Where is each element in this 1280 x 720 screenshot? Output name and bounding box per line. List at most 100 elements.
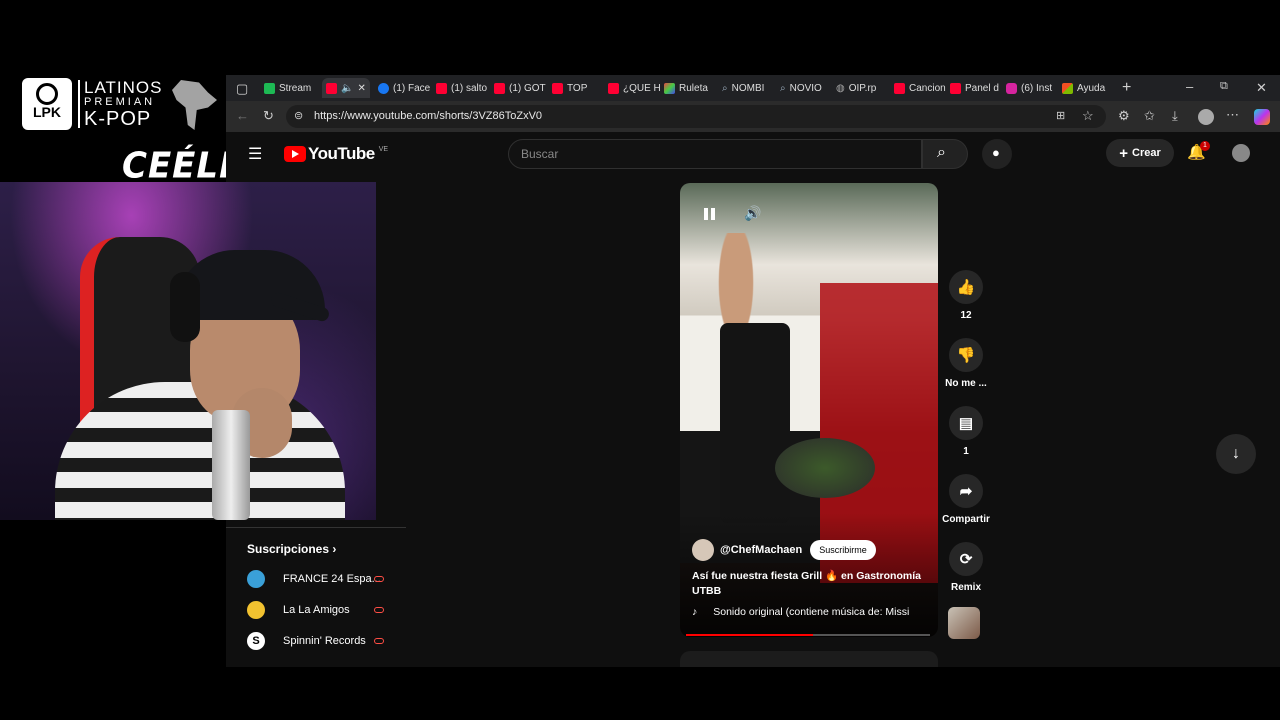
- channel-name: Spinnin' Records: [283, 635, 366, 647]
- youtube-logo[interactable]: YouTube VE: [284, 144, 388, 164]
- tab-14[interactable]: (6) Inst: [1006, 78, 1058, 98]
- short-caption[interactable]: Así fue nuestra fiesta Grill 🔥 en Gastro…: [692, 569, 926, 599]
- copilot-icon[interactable]: [1254, 109, 1270, 125]
- tab-2-active[interactable]: 🔈 ✕: [322, 78, 370, 98]
- tab-13-favicon-icon: [950, 82, 961, 94]
- speaker-icon[interactable]: 🔈: [341, 83, 353, 94]
- tab-12[interactable]: Cancion: [894, 78, 946, 98]
- close-window-icon[interactable]: ✕: [1256, 80, 1267, 96]
- tab-13-label: Panel d: [965, 82, 999, 94]
- video-scene: [775, 438, 875, 498]
- live-indicator-icon: [374, 576, 384, 582]
- tab-9-label: NOMBI: [731, 82, 765, 94]
- hamburger-menu-icon[interactable]: ☰: [248, 144, 262, 164]
- video-scene: [720, 323, 790, 523]
- tab-10-search-icon: ⌕: [780, 82, 786, 94]
- more-menu-icon[interactable]: ⋯: [1226, 107, 1239, 123]
- favorites-icon[interactable]: ✩: [1144, 108, 1155, 124]
- tab-13[interactable]: Panel d: [950, 78, 1002, 98]
- tab-5-favicon-icon: [494, 82, 505, 94]
- create-button[interactable]: + Crear: [1106, 139, 1174, 167]
- subscribe-button[interactable]: Suscribirme: [810, 540, 876, 560]
- remix-icon: ⟳: [949, 542, 983, 576]
- tab-6[interactable]: TOP: [552, 78, 602, 98]
- url-text[interactable]: https://www.youtube.com/shorts/3VZ86ToZx…: [314, 110, 542, 122]
- tab-3-favicon-icon: [378, 82, 389, 94]
- new-tab-icon[interactable]: +: [1122, 79, 1131, 97]
- search-input[interactable]: Buscar: [508, 139, 922, 169]
- tab-4-favicon-icon: [436, 82, 447, 94]
- microphone-icon: ●: [992, 145, 1000, 160]
- favorite-star-icon[interactable]: ☆: [1082, 108, 1094, 124]
- tab-7-label: ¿QUE H: [623, 82, 660, 94]
- tab-11-label: OIP.rp: [848, 82, 877, 94]
- share-label: Compartir: [942, 514, 990, 525]
- browser-window: ▢ Stream 🔈 ✕ (1) Face (1) salto (1) GOT T…: [226, 75, 1280, 667]
- webcam-scene: [170, 272, 200, 342]
- voice-search-button[interactable]: ●: [982, 139, 1012, 169]
- notification-count-badge: 1: [1200, 141, 1210, 151]
- tab-11[interactable]: ◍ OIP.rp: [836, 78, 888, 98]
- tab-2-favicon-icon: [326, 82, 337, 94]
- short-video-player[interactable]: 🔊 @ChefMachaen Suscribirme Así fue nuest…: [680, 183, 938, 637]
- sidebar-item-spinnin-records[interactable]: S Spinnin' Records: [247, 632, 387, 650]
- logo-line3: K-POP: [84, 108, 152, 130]
- dislike-button[interactable]: 👎 No me ...: [942, 338, 990, 389]
- search-button[interactable]: ⌕: [922, 139, 968, 169]
- chevron-right-icon: ›: [332, 542, 337, 556]
- share-icon: ➦: [949, 474, 983, 508]
- profile-icon[interactable]: [1198, 109, 1214, 125]
- channel-avatar: S: [247, 632, 265, 650]
- tab-11-globe-icon: ◍: [836, 82, 845, 94]
- logo-divider: [78, 80, 80, 128]
- account-avatar[interactable]: [1232, 144, 1250, 162]
- refresh-icon[interactable]: ↻: [263, 108, 274, 124]
- tab-1[interactable]: Stream: [264, 78, 319, 98]
- extensions-icon[interactable]: ⚙: [1118, 108, 1130, 124]
- create-label: Crear: [1132, 147, 1161, 159]
- thumbs-up-icon: 👍: [949, 270, 983, 304]
- address-field[interactable]: ⊜ https://www.youtube.com/shorts/3VZ86To…: [286, 105, 1106, 128]
- tab-15-label: Ayuda: [1077, 82, 1106, 94]
- tab-8[interactable]: Ruleta: [664, 78, 716, 98]
- share-button[interactable]: ➦ Compartir: [938, 474, 994, 525]
- tab-15[interactable]: Ayuda: [1062, 78, 1114, 98]
- restore-icon[interactable]: ⧉: [1220, 80, 1228, 93]
- channel-avatar[interactable]: [692, 539, 714, 561]
- comments-button[interactable]: ▤ 1: [946, 406, 986, 457]
- next-video-button[interactable]: ↓: [1216, 434, 1256, 474]
- music-note-icon: ♪: [692, 606, 698, 618]
- remix-label: Remix: [950, 582, 981, 593]
- minimize-icon[interactable]: –: [1186, 79, 1193, 94]
- tab-14-favicon-icon: [1006, 82, 1017, 94]
- pause-icon[interactable]: [704, 207, 718, 221]
- channel-handle[interactable]: @ChefMachaen: [720, 544, 802, 556]
- app-icon[interactable]: ⊞: [1056, 109, 1065, 122]
- tab-close-icon[interactable]: ✕: [357, 83, 365, 94]
- like-button[interactable]: 👍 12: [946, 270, 986, 321]
- tab-9[interactable]: ⌕ NOMBI: [722, 78, 774, 98]
- tab-actions-icon[interactable]: ▢: [236, 81, 248, 97]
- site-info-icon[interactable]: ⊜: [294, 109, 303, 122]
- tab-bar: ▢ Stream 🔈 ✕ (1) Face (1) salto (1) GOT T…: [226, 75, 1280, 101]
- sound-thumbnail[interactable]: [948, 607, 980, 639]
- tab-7[interactable]: ¿QUE H: [608, 78, 660, 98]
- sidebar-item-france24[interactable]: FRANCE 24 Espa...: [247, 570, 387, 588]
- back-icon[interactable]: ←: [236, 108, 249, 123]
- volume-icon[interactable]: 🔊: [744, 205, 761, 222]
- sidebar-item-la-la-amigos[interactable]: La La Amigos: [247, 601, 387, 619]
- next-short-preview[interactable]: [680, 651, 938, 667]
- tab-4[interactable]: (1) salto: [436, 78, 488, 98]
- tab-10[interactable]: ⌕ NOVIO: [780, 78, 832, 98]
- subscriptions-header[interactable]: Suscripciones ›: [247, 542, 336, 556]
- remix-button[interactable]: ⟳ Remix: [946, 542, 986, 593]
- live-indicator-icon: [374, 607, 384, 613]
- tab-6-favicon-icon: [552, 82, 563, 94]
- tab-3[interactable]: (1) Face: [378, 78, 430, 98]
- progress-bar[interactable]: [686, 634, 930, 636]
- address-bar-row: ← ↻ ⊜ https://www.youtube.com/shorts/3VZ…: [226, 101, 1280, 132]
- downloads-icon[interactable]: ⤓: [1172, 108, 1178, 124]
- tab-8-favicon-icon: [664, 82, 675, 94]
- sound-row[interactable]: ♪ Sonido original (contiene música de: Mi…: [692, 606, 932, 618]
- tab-5[interactable]: (1) GOT: [494, 78, 546, 98]
